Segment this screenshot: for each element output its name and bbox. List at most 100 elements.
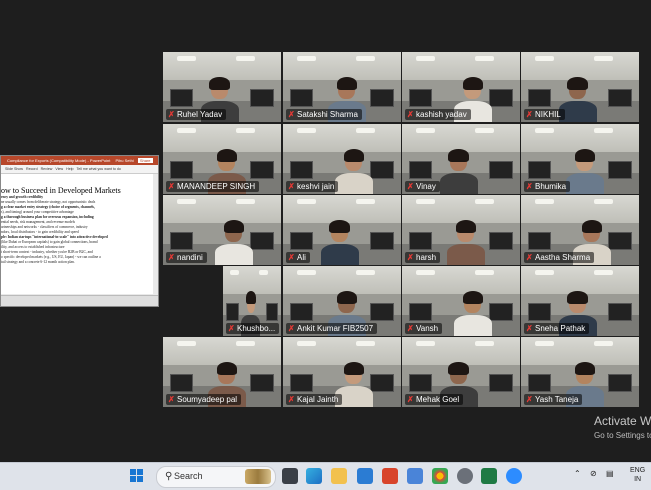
participant-name: Khushbo... [237, 324, 276, 333]
outlook-icon[interactable] [407, 468, 423, 484]
excel-icon[interactable] [481, 468, 497, 484]
participant-name: Kajal Jainth [297, 395, 339, 404]
participant-name-label: ✗ Kajal Jainth [286, 394, 343, 405]
participant-video-tile[interactable]: ✗ nandini [163, 195, 281, 265]
participant-name: Ruhel Yadav [177, 110, 223, 119]
slide-bullet-line: tail strategy and a concrete 6-12 month … [1, 260, 75, 264]
participant-name: harsh [416, 253, 437, 262]
participant-video-tile[interactable]: ✗ keshvi jain [283, 124, 401, 194]
participant-video-tile[interactable]: ✗ Vansh [402, 266, 520, 336]
participant-name-label: ✗ Vansh [405, 323, 443, 334]
participant-video-feed [452, 290, 494, 336]
language-code: ENG [630, 467, 646, 474]
store-icon[interactable] [357, 468, 373, 484]
mic-muted-icon: ✗ [168, 395, 175, 404]
participant-name-label: ✗ Aastha Sharma [524, 252, 595, 263]
participant-name-label: ✗ Ali [286, 252, 310, 263]
participant-name-label: ✗ MANANDEEP SINGH [166, 181, 260, 192]
windows-taskbar: ⚲ Search ⌃ ⊘ ▤ ENG IN [0, 462, 651, 490]
ppt-title-bar: Compliance for Exports (Compatibility Mo… [1, 156, 158, 165]
participant-video-tile[interactable]: ✗ NIKHIL [521, 52, 639, 122]
participant-video-tile[interactable]: ✗ Yash Taneja [521, 337, 639, 407]
participant-name: Aastha Sharma [535, 253, 591, 262]
participant-video-tile[interactable]: ✗ Ali [283, 195, 401, 265]
mic-muted-icon: ✗ [407, 324, 414, 333]
settings-gear-icon[interactable] [457, 468, 473, 484]
participant-video-feed [318, 219, 360, 265]
search-highlight-image [245, 469, 271, 484]
participant-name: Yash Taneja [535, 395, 579, 404]
mic-muted-icon: ✗ [288, 324, 295, 333]
participant-name-label: ✗ kashish yadav [405, 109, 471, 120]
task-view-icon[interactable] [282, 468, 298, 484]
participant-video-tile[interactable]: ✗ Aastha Sharma [521, 195, 639, 265]
participant-video-tile[interactable]: ✗ Ruhel Yadav [163, 52, 281, 122]
edge-browser-icon[interactable] [306, 468, 322, 484]
speaker-muted-icon[interactable]: ⊘ [590, 469, 597, 478]
participant-video-tile[interactable]: ✗ Khushbo... [223, 266, 281, 336]
participant-video-tile[interactable]: ✗ Sneha Pathak [521, 266, 639, 336]
mic-muted-icon: ✗ [526, 182, 533, 191]
participant-name-label: ✗ keshvi jain [286, 181, 339, 192]
taskbar-search-box[interactable]: ⚲ Search [156, 466, 276, 488]
activate-windows-hint: Go to Settings to [594, 431, 651, 440]
participant-name: MANANDEEP SINGH [177, 182, 256, 191]
mic-muted-icon: ✗ [407, 182, 414, 191]
participant-name-label: ✗ Khushbo... [226, 323, 280, 334]
powerpoint-window[interactable]: Compliance for Exports (Compatibility Mo… [0, 155, 159, 307]
participant-video-tile[interactable]: ✗ Mehak Goel [402, 337, 520, 407]
participant-video-tile[interactable]: ✗ Bhumika [521, 124, 639, 194]
participant-video-grid: ✗ Ruhel Yadav ✗ Satakshi Sharma ✗ kashish yad… [163, 52, 651, 408]
participant-name: Mehak Goel [416, 395, 460, 404]
participant-video-tile[interactable]: ✗ kashish yadav [402, 52, 520, 122]
participant-name-label: ✗ Ankit Kumar FIB2507 [286, 323, 378, 334]
mic-muted-icon: ✗ [407, 395, 414, 404]
participant-name: Bhumika [535, 182, 567, 191]
ppt-ribbon-tab[interactable]: View [55, 167, 63, 171]
ppt-ribbon-tab[interactable]: Record [26, 167, 38, 171]
search-icon: ⚲ [165, 471, 173, 482]
participant-name: Vansh [416, 324, 439, 333]
ppt-user: Pihu Sethi [115, 158, 134, 163]
participant-video-feed [437, 148, 479, 194]
file-explorer-icon[interactable] [331, 468, 347, 484]
participant-name: kashish yadav [416, 110, 467, 119]
ppt-ribbon-tab[interactable]: Review [41, 167, 53, 171]
participant-video-tile[interactable]: ✗ Ankit Kumar FIB2507 [283, 266, 401, 336]
network-icon[interactable]: ▤ [606, 469, 614, 478]
powerpoint-taskbar-icon[interactable] [382, 468, 398, 484]
windows-start-icon[interactable] [130, 469, 143, 482]
participant-name: Ankit Kumar FIB2507 [297, 324, 374, 333]
chrome-icon[interactable] [432, 468, 448, 484]
chevron-up-icon[interactable]: ⌃ [574, 469, 581, 478]
participant-name-label: ✗ harsh [405, 252, 441, 263]
participant-name-label: ✗ Mehak Goel [405, 394, 464, 405]
mic-muted-icon: ✗ [288, 253, 295, 262]
ppt-ribbon-tab[interactable]: Slide Show [5, 167, 23, 171]
participant-video-tile[interactable]: ✗ Satakshi Sharma [283, 52, 401, 122]
participant-video-tile[interactable]: ✗ harsh [402, 195, 520, 265]
participant-video-tile[interactable]: ✗ Kajal Jainth [283, 337, 401, 407]
participant-video-feed [333, 148, 375, 194]
mic-muted-icon: ✗ [526, 253, 533, 262]
mic-muted-icon: ✗ [288, 182, 295, 191]
mic-muted-icon: ✗ [526, 395, 533, 404]
ppt-ribbon-tab[interactable]: Tell me what you want to do [77, 167, 121, 171]
language-indicator[interactable]: ENG IN [630, 466, 645, 484]
participant-name-label: ✗ Yash Taneja [524, 394, 583, 405]
participant-name-label: ✗ Ruhel Yadav [166, 109, 227, 120]
participant-name: nandini [177, 253, 203, 262]
region-code: IN [634, 476, 642, 483]
participant-name-label: ✗ nandini [166, 252, 207, 263]
zoom-icon[interactable] [506, 468, 522, 484]
participant-video-tile[interactable]: ✗ Soumyadeep pal [163, 337, 281, 407]
participant-name: Vinay [416, 182, 436, 191]
mic-muted-icon: ✗ [168, 110, 175, 119]
ppt-title-text: Compliance for Exports (Compatibility Mo… [7, 158, 111, 163]
ppt-ribbon-tab[interactable]: Help [66, 167, 73, 171]
participant-video-tile[interactable]: ✗ MANANDEEP SINGH [163, 124, 281, 194]
ppt-share-button[interactable]: Share [137, 158, 153, 163]
ppt-ribbon: Slide Show Record Review View Help Tell me wh… [1, 165, 158, 174]
participant-video-feed [444, 219, 486, 265]
participant-video-tile[interactable]: ✗ Vinay [402, 124, 520, 194]
